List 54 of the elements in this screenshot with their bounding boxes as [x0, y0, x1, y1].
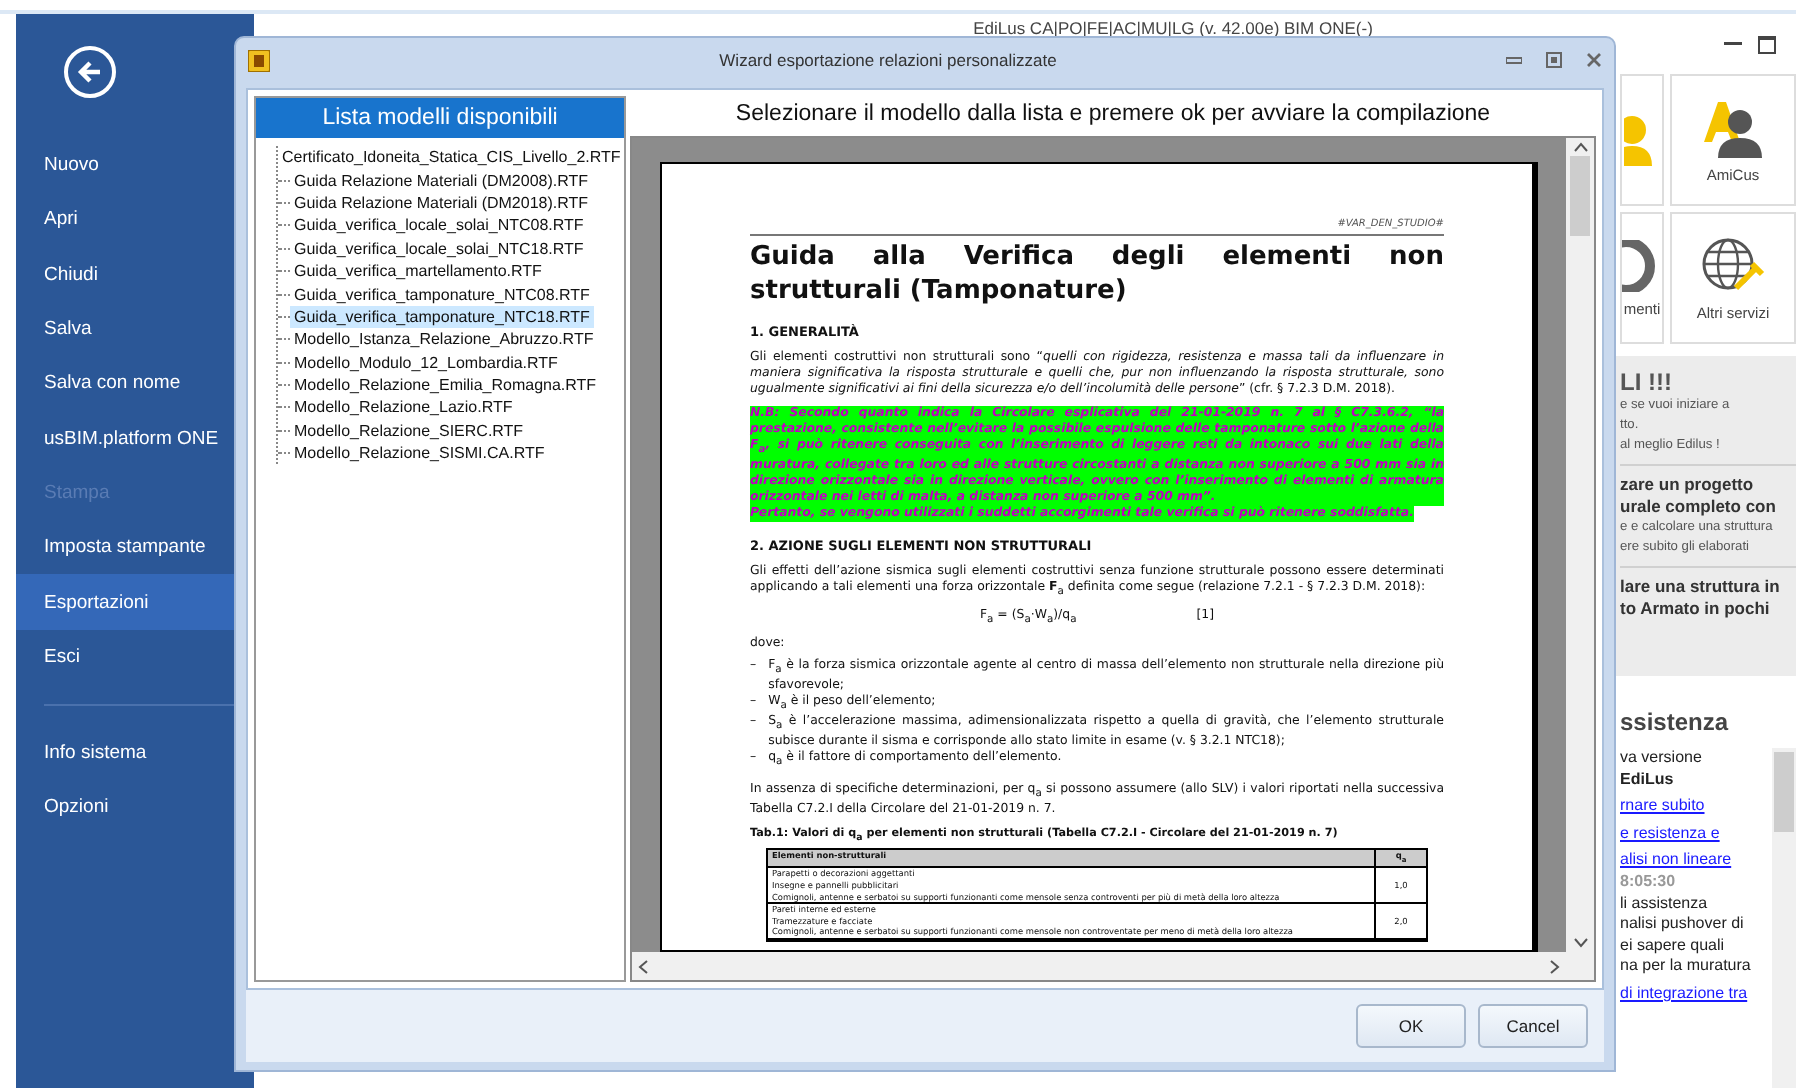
list-header: Lista modelli disponibili	[256, 98, 624, 138]
news-text: EdiLus	[1620, 769, 1676, 791]
news-text: na per la muratura	[1620, 956, 1753, 978]
template-item[interactable]: Modello_Relazione_SIERC.RTF	[290, 419, 528, 442]
template-item[interactable]: Guida_verifica_tamponature_NTC18.RTF	[290, 305, 594, 328]
news-text: nalisi pushover di	[1620, 914, 1746, 936]
template-item[interactable]: Guida Relazione Materiali (DM2018).RTF	[290, 191, 593, 214]
news-text: li assistenza	[1620, 893, 1710, 915]
close-icon[interactable]	[1586, 52, 1602, 68]
template-item[interactable]: Modello_Relazione_Emilia_Romagna.RTF	[290, 374, 601, 397]
minimize-icon[interactable]	[1724, 42, 1742, 46]
promo-title[interactable]: lare una struttura in	[1620, 576, 1796, 598]
template-item[interactable]: Modello_Relazione_Lazio.RTF	[290, 396, 517, 419]
scroll-thumb[interactable]	[1570, 156, 1590, 236]
template-item[interactable]: Guida_verifica_locale_solai_NTC18.RTF	[290, 237, 588, 260]
promo-title[interactable]: urale completo con	[1620, 496, 1796, 518]
promo-heading: LI !!!	[1620, 368, 1674, 396]
document-title: Guida alla Verifica degli elementi non strutturali (Tamponature)	[750, 240, 1444, 308]
back-arrow-icon	[76, 58, 104, 86]
news-text: 8:05:30	[1620, 871, 1678, 894]
restore-icon[interactable]	[1546, 52, 1562, 68]
window-title: EdiLus CA|PO|FE|AC|MU|LG (v. 42.00e) BIM ONE(-)	[973, 18, 1373, 38]
news-link[interactable]: alisi non lineare	[1620, 850, 1772, 872]
horizontal-scrollbar[interactable]	[632, 952, 1566, 980]
scroll-thumb[interactable]	[1774, 752, 1794, 832]
template-item[interactable]: Guida_verifica_locale_solai_NTC08.RTF	[290, 214, 588, 237]
template-item[interactable]: Modello_Relazione_SISMI.CA.RTF	[290, 442, 549, 465]
template-item[interactable]: Modello_Istanza_Relazione_Abruzzo.RTF	[290, 328, 598, 351]
news-link[interactable]: e resistenza e	[1620, 823, 1772, 845]
person-icon	[1699, 97, 1767, 157]
news-text: ei sapere quali	[1620, 935, 1727, 957]
news-text: va versione	[1620, 748, 1704, 770]
promo-title[interactable]: zare un progetto	[1620, 474, 1796, 496]
news-link[interactable]: di integrazione tra	[1620, 983, 1772, 1006]
minimize-icon[interactable]	[1506, 56, 1522, 64]
dialog-button[interactable]: OK	[1356, 1004, 1466, 1048]
template-item[interactable]: Modello_Modulo_12_Lombardia.RTF	[290, 351, 562, 374]
back-button[interactable]	[64, 46, 116, 98]
instruction-text: Selezionare il modello dalla lista e premere ok per avviare la compilazione	[733, 100, 1493, 130]
news-link[interactable]: rnare subito	[1620, 796, 1772, 818]
template-item[interactable]: Guida Relazione Materiali (DM2008).RTF	[290, 169, 593, 192]
template-item[interactable]: Guida_verifica_martellamento.RTF	[290, 260, 546, 283]
person-tile[interactable]	[1620, 74, 1664, 206]
template-item[interactable]: Certificato_Idoneita_Statica_CIS_Livello_2.RTF	[278, 146, 625, 169]
vertical-scrollbar[interactable]	[1566, 138, 1594, 952]
dialog-button[interactable]: Cancel	[1478, 1004, 1588, 1048]
template-item[interactable]: Guida_verifica_tamponature_NTC08.RTF	[290, 283, 594, 306]
dialog-title: Wizard esportazione relazioni personalizzate	[717, 50, 1059, 70]
scrollbar[interactable]	[1772, 748, 1796, 1088]
globe-wrench-icon	[1699, 235, 1767, 295]
section-heading: ssistenza	[1620, 708, 1731, 736]
maximize-icon[interactable]	[1758, 35, 1776, 53]
app-icon	[248, 49, 270, 71]
promo-title[interactable]: to Armato in pochi	[1620, 598, 1796, 620]
